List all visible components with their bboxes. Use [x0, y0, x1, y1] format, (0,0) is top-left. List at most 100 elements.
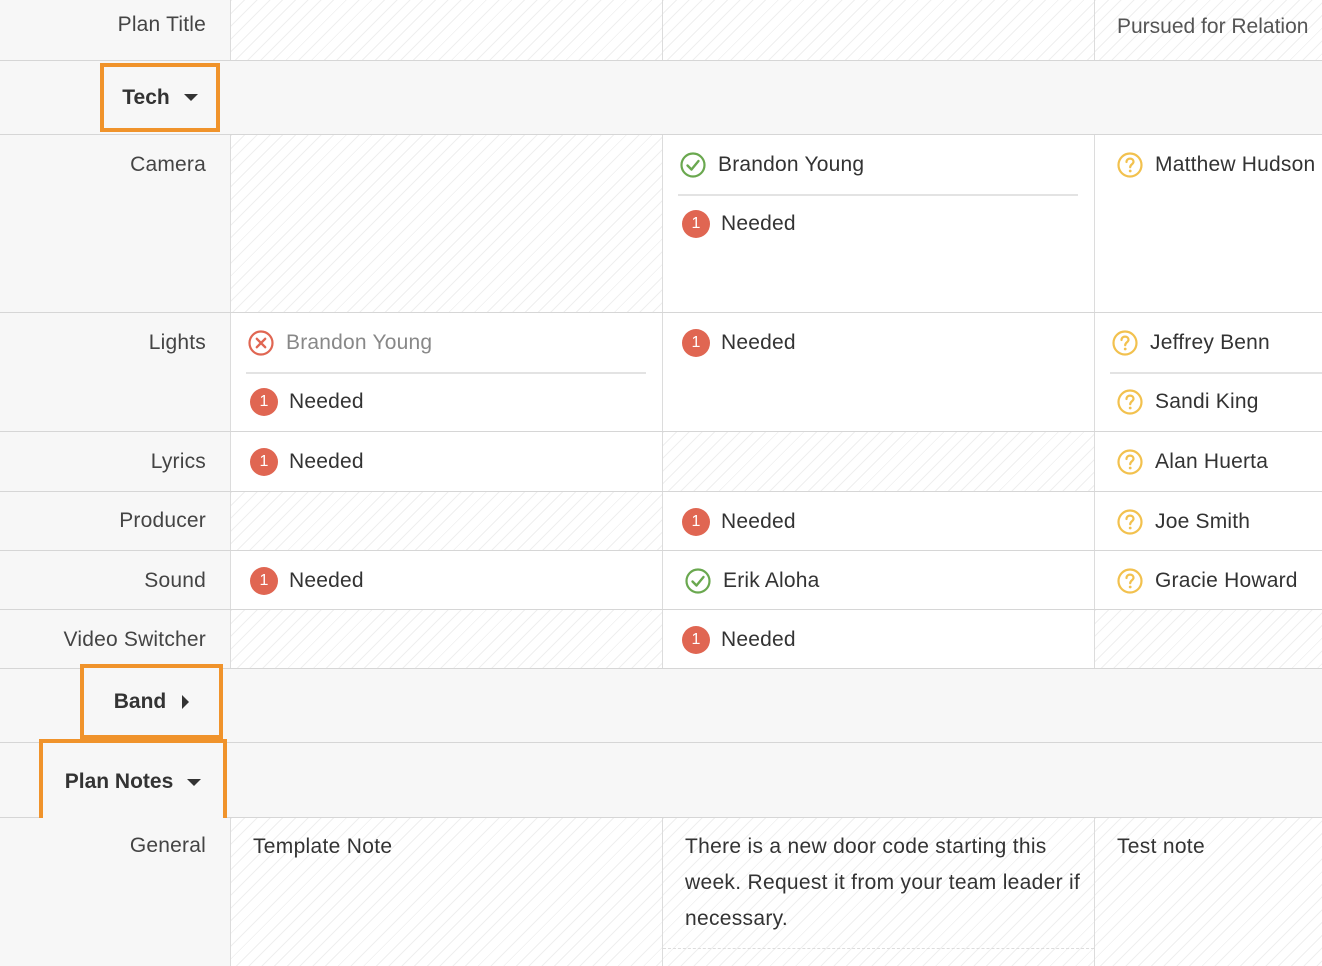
assignment-entry[interactable]: Gracie Howard — [1115, 551, 1319, 609]
sound-label: Sound — [144, 569, 206, 592]
producer-cell-2: 1 Needed — [663, 492, 1095, 550]
needed-count-badge: 1 — [250, 566, 278, 595]
plan-title-text: Pursued for Relation — [1117, 15, 1309, 38]
plan-note-text: There is a new door code starting this w… — [685, 835, 1081, 930]
assignment-entry[interactable]: Jeffrey Benn — [1110, 313, 1322, 374]
video-switcher-row: Video Switcher 1 Needed — [0, 610, 1322, 669]
camera-cell-2: Brandon Young 1 Needed — [663, 135, 1095, 312]
band-section-header: Band — [0, 664, 1322, 743]
note-divider — [663, 948, 1094, 949]
needed-count-badge: 1 — [682, 625, 710, 654]
needed-count-badge: 1 — [682, 328, 710, 357]
camera-cell-1 — [231, 135, 663, 312]
person-name: Gracie Howard — [1155, 568, 1298, 592]
lights-row: Lights Brandon Young 1 Needed 1 Needed J… — [0, 313, 1322, 432]
needed-label: Needed — [721, 509, 796, 533]
video-switcher-cell-1 — [231, 610, 663, 668]
plan-title-cell-3[interactable]: Pursued for Relation — [1095, 0, 1322, 60]
needed-entry[interactable]: 1 Needed — [249, 551, 646, 609]
assignment-entry[interactable]: Erik Aloha — [683, 551, 1078, 609]
caret-right-icon — [182, 694, 190, 709]
lights-label: Lights — [148, 331, 206, 354]
video-switcher-label-cell: Video Switcher — [0, 610, 231, 668]
sound-cell-1: 1 Needed — [231, 551, 663, 609]
needed-label: Needed — [289, 449, 364, 473]
lights-cell-2: 1 Needed — [663, 313, 1095, 431]
band-section-label: Band — [113, 689, 167, 713]
assignment-entry[interactable]: Brandon Young — [678, 135, 1078, 196]
lights-label-cell: Lights — [0, 313, 231, 431]
question-circle-icon — [1112, 329, 1138, 356]
tech-section-header: Tech — [0, 61, 1322, 135]
needed-label: Needed — [721, 627, 796, 651]
lights-cell-1: Brandon Young 1 Needed — [231, 313, 663, 431]
producer-cell-1 — [231, 492, 663, 550]
person-name: Erik Aloha — [723, 568, 820, 592]
needed-label: Needed — [289, 568, 364, 592]
assignment-entry[interactable]: Brandon Young — [246, 313, 646, 374]
needed-label: Needed — [289, 389, 364, 413]
plan-notes-section-toggle[interactable]: Plan Notes — [39, 739, 227, 825]
needed-entry[interactable]: 1 Needed — [681, 313, 1078, 372]
camera-label: Camera — [130, 153, 206, 176]
person-name: Brandon Young — [718, 152, 865, 176]
needed-count-badge: 1 — [250, 387, 278, 416]
needed-label: Needed — [721, 330, 796, 354]
tech-section-toggle[interactable]: Tech — [100, 63, 220, 132]
camera-row: Camera Brandon Young 1 Needed Matthew Hu… — [0, 135, 1322, 313]
plan-notes-section-header: Plan Notes — [0, 739, 1322, 825]
plan-title-cell-1 — [231, 0, 663, 60]
needed-label: Needed — [721, 211, 796, 235]
needed-entry[interactable]: 1 Needed — [681, 610, 1078, 668]
producer-cell-3: Joe Smith — [1095, 492, 1322, 550]
needed-entry[interactable]: 1 Needed — [249, 372, 646, 431]
sound-cell-2: Erik Aloha — [663, 551, 1095, 609]
needed-entry[interactable]: 1 Needed — [249, 432, 646, 491]
needed-entry[interactable]: 1 Needed — [681, 194, 1078, 253]
producer-row: Producer 1 Needed Joe Smith — [0, 492, 1322, 551]
assignment-entry[interactable]: Alan Huerta — [1115, 432, 1319, 491]
lights-cell-3: Jeffrey Benn Sandi King — [1095, 313, 1322, 431]
band-section-toggle[interactable]: Band — [80, 664, 223, 739]
sound-label-cell: Sound — [0, 551, 231, 609]
video-switcher-cell-3 — [1095, 610, 1322, 668]
person-name: Sandi King — [1155, 389, 1259, 413]
caret-down-icon — [183, 94, 198, 101]
x-circle-icon — [248, 329, 274, 356]
general-note-cell-3[interactable]: Test note — [1095, 818, 1322, 966]
general-label-cell: General — [0, 818, 231, 966]
question-circle-icon — [1117, 448, 1143, 475]
general-note-cell-1[interactable]: Template Note — [231, 818, 663, 966]
lyrics-row: Lyrics 1 Needed Alan Huerta — [0, 432, 1322, 492]
lyrics-label: Lyrics — [150, 450, 206, 473]
video-switcher-cell-2: 1 Needed — [663, 610, 1095, 668]
person-name: Joe Smith — [1155, 509, 1251, 533]
plan-title-label-cell: Plan Title — [0, 0, 231, 60]
caret-down-icon — [187, 778, 202, 786]
producer-label: Producer — [119, 509, 206, 532]
person-name: Alan Huerta — [1155, 449, 1269, 473]
general-note-cell-2[interactable]: There is a new door code starting this w… — [663, 818, 1095, 966]
video-switcher-label: Video Switcher — [63, 628, 206, 651]
assignment-entry[interactable]: Sandi King — [1115, 372, 1319, 431]
tech-section-label: Tech — [122, 85, 170, 109]
lyrics-cell-1: 1 Needed — [231, 432, 663, 491]
question-circle-icon — [1117, 151, 1143, 178]
question-circle-icon — [1117, 388, 1143, 415]
needed-count-badge: 1 — [682, 507, 710, 536]
camera-cell-3: Matthew Hudson — [1095, 135, 1322, 312]
needed-count-badge: 1 — [682, 209, 710, 238]
lyrics-cell-2 — [663, 432, 1095, 491]
assignment-entry[interactable]: Matthew Hudson — [1115, 135, 1322, 194]
plan-title-row: Plan Title Pursued for Relation — [0, 0, 1322, 61]
general-notes-row: General Template Note There is a new doo… — [0, 818, 1322, 966]
lyrics-label-cell: Lyrics — [0, 432, 231, 491]
plan-title-cell-2 — [663, 0, 1095, 60]
person-name: Matthew Hudson — [1155, 152, 1316, 176]
needed-entry[interactable]: 1 Needed — [681, 492, 1078, 550]
question-circle-icon — [1117, 567, 1143, 594]
plan-note-text: Test note — [1117, 835, 1205, 858]
camera-label-cell: Camera — [0, 135, 231, 312]
lyrics-cell-3: Alan Huerta — [1095, 432, 1322, 491]
assignment-entry[interactable]: Joe Smith — [1115, 492, 1319, 550]
